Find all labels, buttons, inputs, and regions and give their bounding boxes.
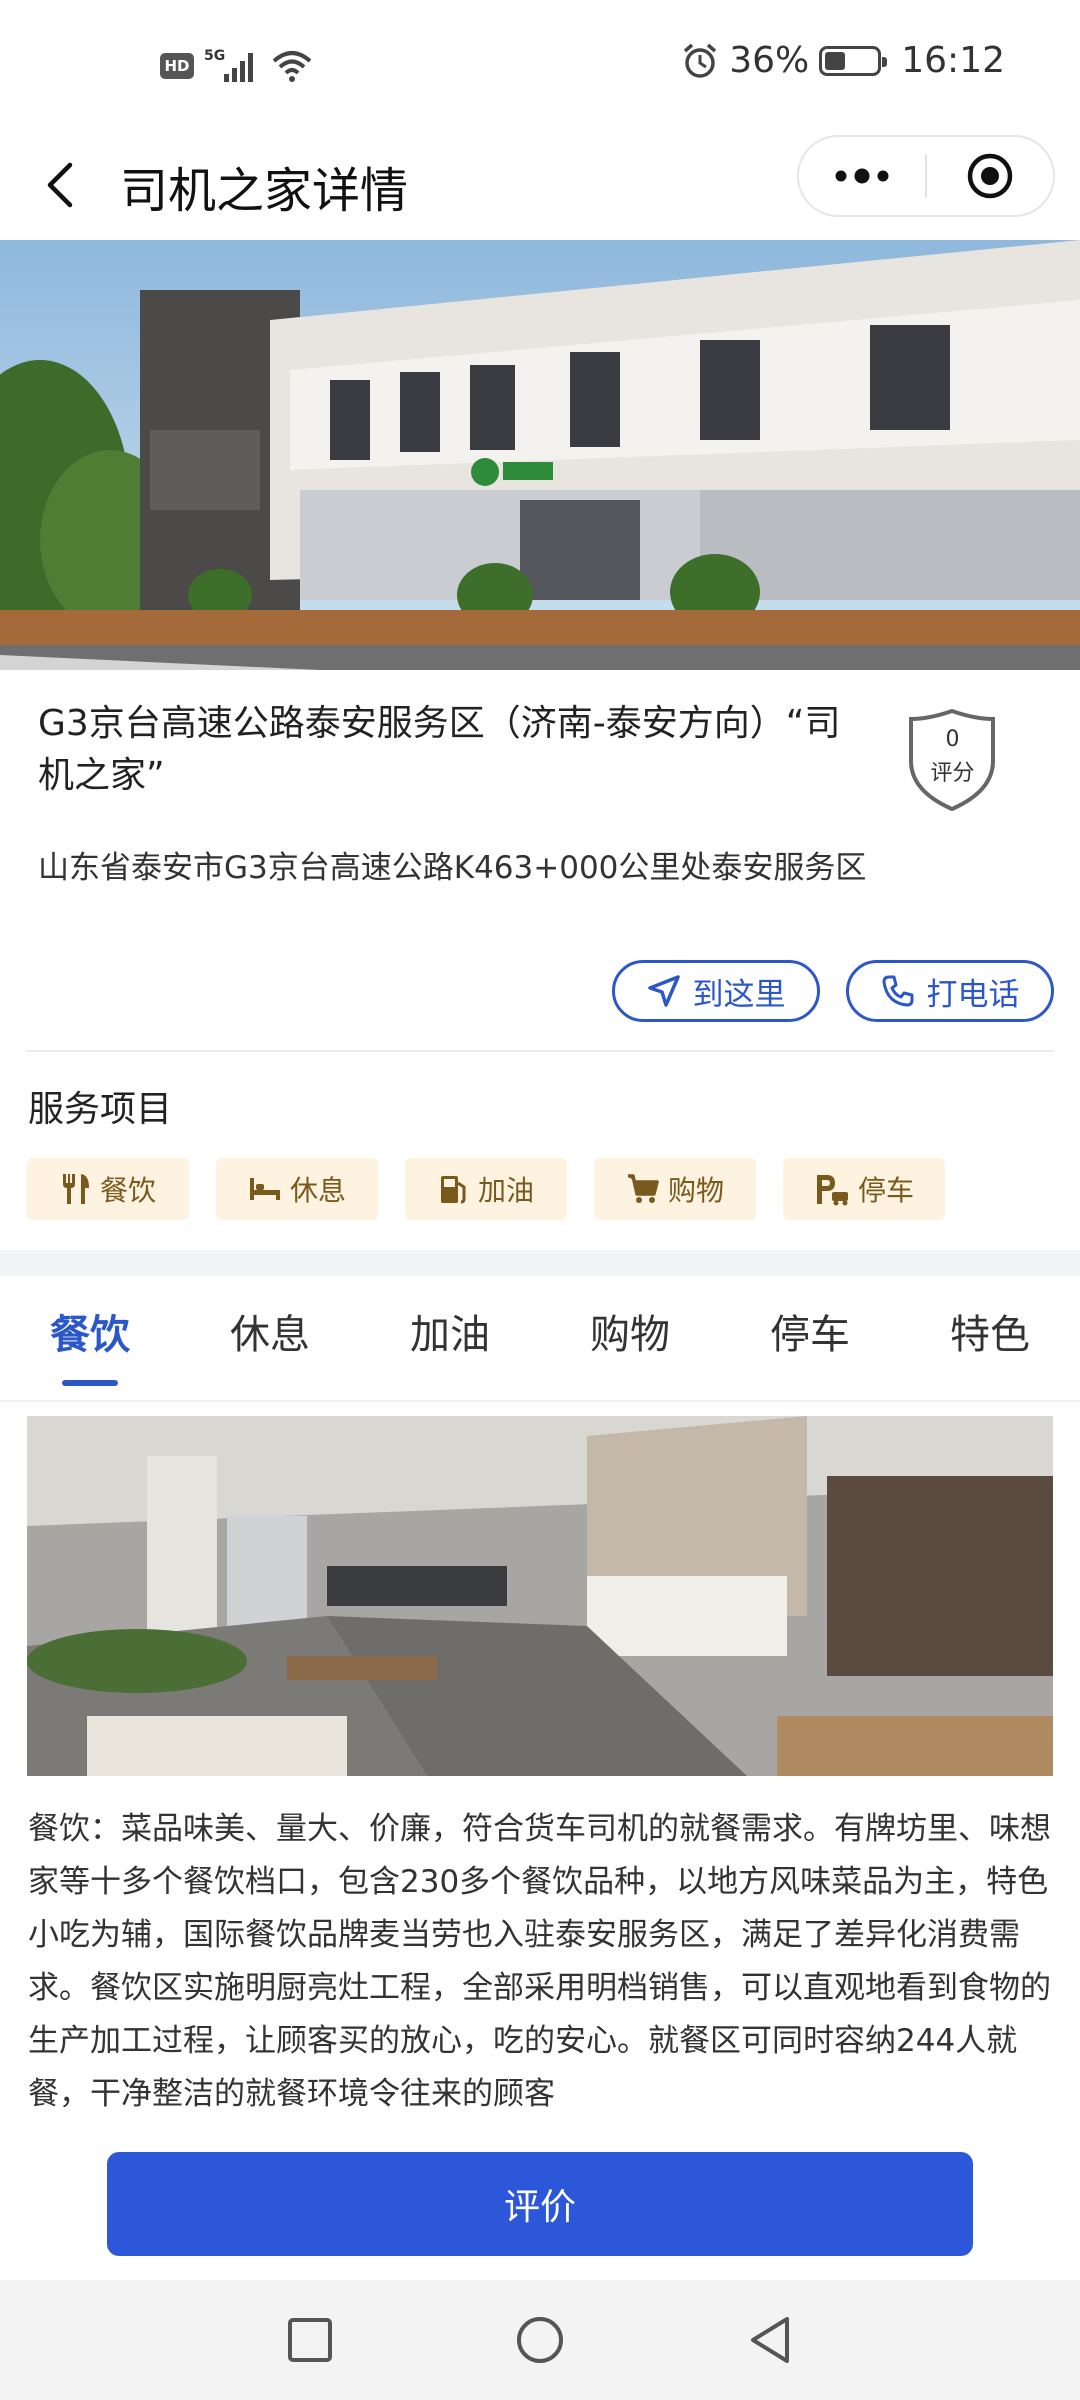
wifi-icon xyxy=(272,51,312,82)
parking-icon xyxy=(816,1175,848,1206)
category-description: 餐饮：菜品味美、量大、价廉，符合货车司机的就餐需求。有牌坊里、味想家等十多个餐饮… xyxy=(28,1811,1051,2112)
tab-rest[interactable]: 休息 xyxy=(200,1302,340,1360)
bed-icon xyxy=(249,1178,280,1200)
close-miniprogram-button[interactable] xyxy=(927,137,1053,215)
service-chip-label: 餐饮 xyxy=(99,1174,156,1207)
alarm-icon xyxy=(684,43,717,78)
hero-photo xyxy=(0,240,1080,670)
recent-apps-button[interactable] xyxy=(280,2310,340,2370)
service-chip-rest[interactable]: 休息 xyxy=(216,1158,378,1220)
status-left: HD 5G xyxy=(160,48,314,84)
section-gap xyxy=(0,1250,1080,1276)
place-address: 山东省泰安市G3京台高速公路K463+000公里处泰安服务区 xyxy=(38,850,867,886)
home-button[interactable] xyxy=(510,2310,570,2370)
back-nav-button[interactable] xyxy=(740,2310,800,2370)
service-chip-label: 购物 xyxy=(667,1174,724,1207)
status-right: 36% 16:12 xyxy=(681,40,1005,81)
back-button[interactable] xyxy=(30,155,90,215)
service-chip-fuel[interactable]: 加油 xyxy=(405,1158,567,1220)
active-tab-indicator xyxy=(62,1380,118,1386)
page-title: 司机之家详情 xyxy=(120,163,409,219)
navigate-label: 到这里 xyxy=(692,976,786,1013)
call-label: 打电话 xyxy=(926,976,1020,1013)
call-button[interactable]: 打电话 xyxy=(846,960,1054,1022)
hd-badge: HD xyxy=(160,53,194,79)
category-tabs: 餐饮 休息 加油 购物 停车 特色 xyxy=(0,1276,1080,1402)
square-icon xyxy=(288,2318,332,2362)
dining-photo xyxy=(27,1416,1053,1776)
service-chip-shopping[interactable]: 购物 xyxy=(594,1158,756,1220)
service-chip-parking[interactable]: 停车 xyxy=(783,1158,945,1220)
circle-icon xyxy=(517,2317,563,2363)
tab-dining[interactable]: 餐饮 xyxy=(20,1302,160,1360)
utensils-icon xyxy=(62,1174,89,1204)
rating-value: 0 xyxy=(945,727,960,752)
phone-icon xyxy=(882,975,913,1007)
tab-parking[interactable]: 停车 xyxy=(740,1302,880,1360)
more-button[interactable] xyxy=(799,137,925,215)
tab-fuel[interactable]: 加油 xyxy=(380,1302,520,1360)
battery-fill xyxy=(825,51,846,70)
tab-featured[interactable]: 特色 xyxy=(920,1302,1060,1360)
navigate-button[interactable]: 到这里 xyxy=(612,960,820,1022)
triangle-back-icon xyxy=(751,2317,789,2363)
miniprogram-capsule xyxy=(797,135,1055,217)
title-bar: 司机之家详情 xyxy=(0,135,1080,240)
cart-icon xyxy=(627,1174,659,1203)
service-chip-dining[interactable]: 餐饮 xyxy=(27,1158,189,1220)
system-nav-bar xyxy=(0,2280,1080,2400)
chevron-left-icon xyxy=(47,162,73,208)
services-title: 服务项目 xyxy=(28,1089,173,1130)
service-chips: 餐饮 休息 加油 购物 停车 xyxy=(27,1158,945,1220)
battery-icon xyxy=(819,45,888,76)
place-name: G3京台高速公路泰安服务区（济南-泰安方向）“司机之家” xyxy=(38,703,841,796)
more-dots-icon xyxy=(835,168,889,184)
divider xyxy=(26,1050,1054,1052)
rating-badge: 0 评分 xyxy=(905,705,1000,815)
tab-shopping[interactable]: 购物 xyxy=(560,1302,700,1360)
battery-percent: 36% xyxy=(729,40,810,81)
target-close-icon xyxy=(967,153,1013,199)
service-chip-label: 加油 xyxy=(477,1174,534,1207)
navigation-arrow-icon xyxy=(647,975,680,1007)
service-chip-label: 停车 xyxy=(857,1174,914,1207)
service-chip-label: 休息 xyxy=(289,1174,346,1207)
network-type: 5G xyxy=(204,48,226,64)
status-bar: HD 5G 36% 16:12 xyxy=(0,0,1080,135)
fuel-pump-icon xyxy=(440,1176,466,1204)
rating-label: 评分 xyxy=(930,761,975,786)
review-button[interactable]: 评价 xyxy=(107,2152,973,2256)
cell-signal-icon: 5G xyxy=(204,48,260,84)
clock: 16:12 xyxy=(901,40,1005,81)
